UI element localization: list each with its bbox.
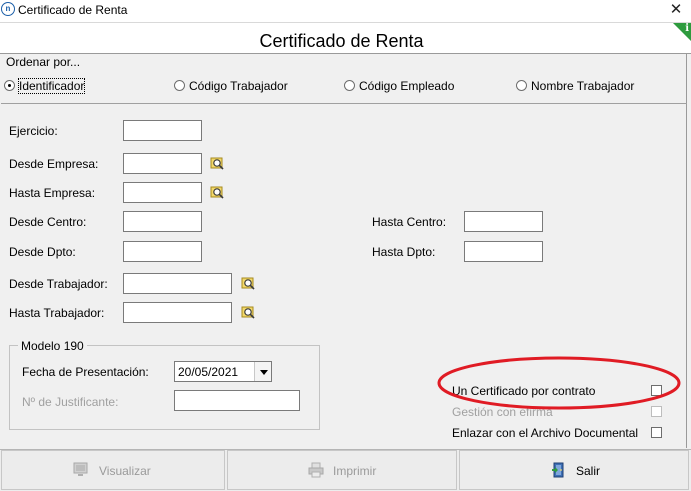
ejercicio-input[interactable] — [123, 120, 202, 141]
justificante-input[interactable] — [174, 390, 300, 411]
search-icon[interactable] — [209, 184, 225, 200]
modelo190-group — [9, 345, 320, 430]
desde-empresa-label: Desde Empresa: — [9, 157, 99, 171]
visualizar-label: Visualizar — [99, 464, 151, 478]
hasta-dpto-label: Hasta Dpto: — [372, 245, 436, 259]
visualizar-button[interactable]: Visualizar — [1, 450, 225, 490]
desde-empresa-input[interactable] — [123, 153, 202, 174]
fecha-presentacion-picker[interactable]: 20/05/2021 — [174, 361, 272, 382]
hasta-trabajador-label: Hasta Trabajador: — [9, 306, 105, 320]
radio-button[interactable] — [516, 80, 527, 91]
order-label: Ordenar por... — [6, 55, 81, 69]
desde-trabajador-label: Desde Trabajador: — [9, 277, 108, 291]
hasta-centro-input[interactable] — [464, 211, 543, 232]
enlazar-archivo-label: Enlazar con el Archivo Documental — [452, 426, 639, 440]
printer-icon — [308, 462, 324, 478]
radio-codigo-empleado[interactable]: Código Empleado — [344, 78, 474, 94]
radio-label: Código Empleado — [359, 79, 455, 93]
annotation-ellipse — [437, 356, 681, 410]
modelo190-legend: Modelo 190 — [18, 339, 87, 353]
desde-trabajador-input[interactable] — [123, 273, 232, 294]
search-icon[interactable] — [240, 275, 256, 291]
chevron-down-icon[interactable] — [254, 362, 271, 381]
radio-button[interactable] — [344, 80, 355, 91]
radio-label: Identificador — [17, 78, 86, 94]
hasta-dpto-input[interactable] — [464, 241, 543, 262]
desde-centro-input[interactable] — [123, 211, 202, 232]
enlazar-archivo-checkbox[interactable] — [651, 427, 662, 438]
window-title: Certificado de Renta — [18, 3, 128, 17]
imprimir-button[interactable]: Imprimir — [227, 450, 457, 490]
radio-label: Nombre Trabajador — [531, 79, 635, 93]
page-title: Certificado de Renta — [259, 31, 424, 51]
hasta-centro-label: Hasta Centro: — [372, 215, 447, 229]
salir-label: Salir — [576, 464, 601, 478]
radio-button[interactable] — [4, 80, 15, 91]
form-header: Certificado de Renta i — [0, 22, 691, 54]
fecha-presentacion-label: Fecha de Presentación: — [22, 365, 149, 379]
salir-button[interactable]: Salir — [459, 450, 689, 490]
info-glyph[interactable]: i — [685, 23, 689, 34]
desde-dpto-label: Desde Dpto: — [9, 245, 76, 259]
desde-centro-label: Desde Centro: — [9, 215, 87, 229]
radio-label: Código Trabajador — [189, 79, 288, 93]
right-divider — [686, 54, 687, 448]
search-icon[interactable] — [209, 155, 225, 171]
radio-codigo-trabajador[interactable]: Código Trabajador — [174, 78, 304, 94]
search-icon[interactable] — [240, 304, 256, 320]
desde-dpto-input[interactable] — [123, 241, 202, 262]
close-icon[interactable]: ✕ — [664, 0, 688, 20]
radio-button[interactable] — [174, 80, 185, 91]
window-titlebar: n Certificado de Renta ✕ — [0, 0, 691, 22]
ejercicio-label: Ejercicio: — [9, 124, 58, 138]
imprimir-label: Imprimir — [333, 464, 377, 478]
radio-identificador[interactable]: Identificador — [4, 78, 94, 94]
hasta-empresa-input[interactable] — [123, 182, 202, 203]
monitor-icon — [73, 462, 88, 476]
fecha-presentacion-value: 20/05/2021 — [178, 365, 239, 379]
hasta-empresa-label: Hasta Empresa: — [9, 186, 96, 200]
exit-door-icon — [552, 462, 564, 478]
hasta-trabajador-input[interactable] — [123, 302, 232, 323]
radio-nombre-trabajador[interactable]: Nombre Trabajador — [516, 78, 646, 94]
app-logo-icon: n — [1, 2, 15, 16]
justificante-label: Nº de Justificante: — [22, 395, 119, 409]
